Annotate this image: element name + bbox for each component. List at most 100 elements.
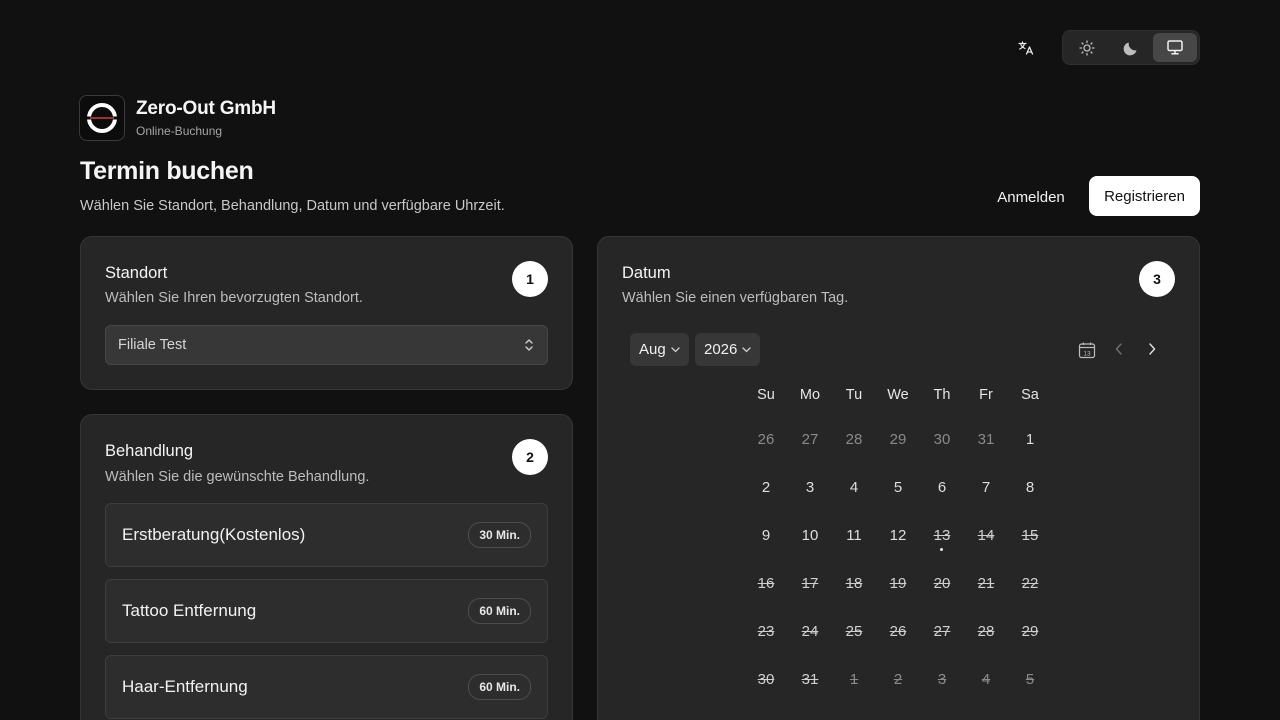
calendar-day-number: 11 — [846, 526, 862, 544]
date-card: Datum Wählen Sie einen verfügbaren Tag. … — [597, 236, 1200, 720]
calendar-day-number: 17 — [801, 574, 819, 592]
treatment-option[interactable]: Haar-Entfernung 60 Min. — [105, 655, 548, 719]
previous-month-button[interactable] — [1110, 339, 1128, 359]
calendar-day[interactable]: 3 — [788, 465, 832, 509]
calendar-day[interactable]: 29 — [1008, 609, 1052, 653]
calendar-day[interactable]: 7 — [964, 465, 1008, 509]
next-month-button[interactable] — [1143, 339, 1161, 359]
treatment-option[interactable]: Tattoo Entfernung 60 Min. — [105, 579, 548, 643]
page-subtitle: Wählen Sie Standort, Behandlung, Datum u… — [80, 198, 505, 214]
calendar-day[interactable]: 8 — [1008, 465, 1052, 509]
calendar-day-number: 22 — [1021, 574, 1039, 592]
calendar-day[interactable]: 11 — [832, 513, 876, 557]
calendar-day[interactable]: 28 — [832, 417, 876, 461]
calendar-day[interactable]: 13 — [920, 513, 964, 557]
today-calendar-button[interactable]: 13 — [1076, 340, 1098, 360]
treatment-option[interactable]: Erstberatung(Kostenlos) 30 Min. — [105, 503, 548, 567]
calendar-day[interactable]: 16 — [744, 561, 788, 605]
treatment-name: Erstberatung(Kostenlos) — [122, 525, 306, 544]
calendar-day[interactable]: 4 — [964, 657, 1008, 701]
register-button[interactable]: Registrieren — [1089, 176, 1200, 216]
calendar-day-number: 28 — [977, 622, 995, 640]
location-title: Standort — [105, 264, 168, 282]
date-description: Wählen Sie einen verfügbaren Tag. — [622, 290, 849, 306]
calendar-day[interactable]: 21 — [964, 561, 1008, 605]
calendar-day[interactable]: 18 — [832, 561, 876, 605]
step-badge-2: 2 — [512, 439, 548, 475]
year-value: 2026 — [704, 341, 738, 358]
calendar-day[interactable]: 26 — [876, 609, 920, 653]
calendar-day[interactable]: 30 — [744, 657, 788, 701]
calendar-day[interactable]: 28 — [964, 609, 1008, 653]
calendar-day[interactable]: 10 — [788, 513, 832, 557]
month-select[interactable]: Aug — [630, 333, 689, 366]
theme-dark-button[interactable] — [1109, 33, 1153, 62]
company-subtitle: Online-Buchung — [136, 124, 223, 138]
calendar-day[interactable]: 26 — [744, 417, 788, 461]
calendar-day[interactable]: 25 — [832, 609, 876, 653]
sun-icon — [1079, 39, 1095, 56]
company-name: Zero-Out GmbH — [136, 98, 276, 119]
treatment-duration-badge: 60 Min. — [468, 674, 531, 700]
calendar-day[interactable]: 6 — [920, 465, 964, 509]
calendar-day[interactable]: 20 — [920, 561, 964, 605]
brand: Zero-Out GmbH Online-Buchung — [79, 95, 276, 141]
calendar-day-number: 31 — [977, 430, 995, 448]
calendar-day-number: 26 — [757, 430, 775, 448]
calendar-day[interactable]: 31 — [788, 657, 832, 701]
company-logo — [79, 95, 125, 141]
weekday-label: Tu — [845, 387, 863, 403]
calendar-day[interactable]: 2 — [744, 465, 788, 509]
location-select-value: Filiale Test — [118, 337, 187, 353]
location-select[interactable]: Filiale Test — [105, 325, 548, 365]
chevron-right-icon — [1149, 343, 1156, 355]
page-title: Termin buchen — [80, 157, 254, 185]
year-select[interactable]: 2026 — [695, 333, 761, 366]
weekday-label: We — [887, 387, 909, 403]
theme-switcher — [1062, 30, 1200, 65]
calendar-day[interactable]: 12 — [876, 513, 920, 557]
calendar-day[interactable]: 19 — [876, 561, 920, 605]
calendar-day[interactable]: 17 — [788, 561, 832, 605]
calendar-day-number: 1 — [1025, 430, 1035, 448]
calendar-day[interactable]: 27 — [920, 609, 964, 653]
calendar-day-number: 4 — [981, 670, 991, 688]
step-badge-1: 1 — [512, 261, 548, 297]
calendar-day-number: 14 — [977, 526, 995, 544]
login-button[interactable]: Anmelden — [986, 178, 1076, 216]
calendar-day-number: 26 — [889, 622, 907, 640]
calendar-day-number: 10 — [801, 526, 819, 544]
calendar-icon: 13 — [1078, 342, 1096, 359]
calendar-day[interactable]: 23 — [744, 609, 788, 653]
theme-system-button[interactable] — [1153, 33, 1197, 62]
chevron-left-icon — [1115, 343, 1122, 355]
calendar-day-number: 18 — [845, 574, 863, 592]
calendar-day[interactable]: 22 — [1008, 561, 1052, 605]
calendar-day[interactable]: 14 — [964, 513, 1008, 557]
calendar-day-number: 27 — [801, 430, 819, 448]
calendar-day[interactable]: 3 — [920, 657, 964, 701]
theme-light-button[interactable] — [1065, 33, 1109, 62]
calendar-day[interactable]: 29 — [876, 417, 920, 461]
calendar-day[interactable]: 15 — [1008, 513, 1052, 557]
calendar-day[interactable]: 5 — [1008, 657, 1052, 701]
calendar-day-number: 23 — [757, 622, 775, 640]
date-title: Datum — [622, 264, 671, 282]
calendar-day-number: 13 — [933, 526, 951, 544]
calendar-day[interactable]: 24 — [788, 609, 832, 653]
calendar-day[interactable]: 27 — [788, 417, 832, 461]
calendar-day-number: 5 — [1025, 670, 1035, 688]
calendar-day[interactable]: 2 — [876, 657, 920, 701]
calendar-day[interactable]: 9 — [744, 513, 788, 557]
calendar-day[interactable]: 5 — [876, 465, 920, 509]
calendar-day-number: 3 — [937, 670, 947, 688]
treatment-card: Behandlung Wählen Sie die gewünschte Beh… — [80, 414, 573, 720]
location-card: Standort Wählen Sie Ihren bevorzugten St… — [80, 236, 573, 390]
moon-icon — [1123, 42, 1137, 55]
calendar-day[interactable]: 1 — [832, 657, 876, 701]
calendar-day[interactable]: 31 — [964, 417, 1008, 461]
calendar-day[interactable]: 4 — [832, 465, 876, 509]
language-button[interactable] — [1011, 34, 1041, 62]
calendar-day[interactable]: 30 — [920, 417, 964, 461]
calendar-day[interactable]: 1 — [1008, 417, 1052, 461]
